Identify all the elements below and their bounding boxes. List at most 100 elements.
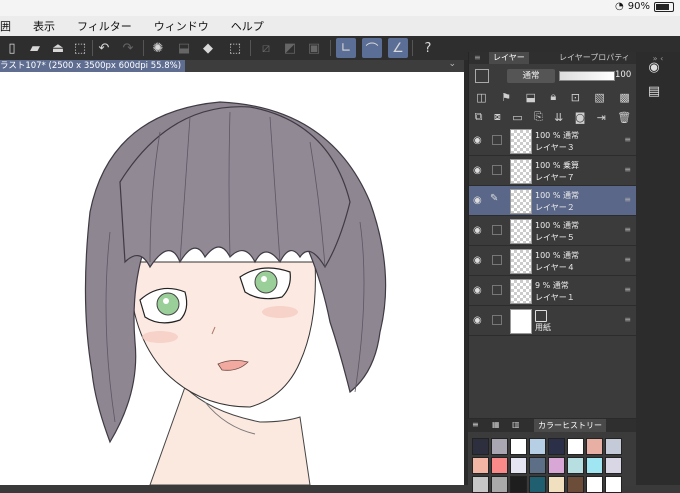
lock-icon[interactable]: 🔒︎	[550, 90, 556, 104]
color-swatch[interactable]	[472, 438, 489, 455]
opacity-slider[interactable]	[559, 71, 615, 81]
save-as-icon[interactable]: ⬚	[70, 38, 90, 58]
eye-icon[interactable]: ◉	[473, 195, 482, 206]
color-swatch[interactable]	[586, 457, 603, 474]
brush-snap-icon[interactable]: ⌒	[362, 38, 382, 58]
delete-layer-icon[interactable]: 🗑︎	[617, 111, 631, 124]
drag-handle-icon[interactable]: ≡	[624, 135, 631, 144]
new-raster-layer-icon[interactable]: ⧉	[475, 110, 483, 124]
blend-mode-select[interactable]: 通常	[507, 69, 555, 83]
color-swatch[interactable]	[529, 457, 546, 474]
tab-layer-property[interactable]: レイヤープロパティ	[555, 52, 634, 64]
drag-handle-icon[interactable]: ≡	[624, 165, 631, 174]
color-slider-icon[interactable]: ▥	[512, 420, 520, 429]
drag-handle-icon[interactable]: ≡	[624, 255, 631, 264]
navigator-icon[interactable]: ◉	[646, 60, 662, 76]
color-swatch[interactable]	[510, 457, 527, 474]
fill-icon[interactable]: ◆	[198, 38, 218, 58]
menu-item-view[interactable]: 表示	[33, 18, 55, 34]
tab-color-history[interactable]: カラーヒストリー	[534, 419, 606, 432]
redo-icon[interactable]: ↷	[118, 38, 138, 58]
copy-layer-icon[interactable]: ⎘	[534, 110, 543, 124]
layer-row[interactable]: ◉ ✎ 100 % 通常 レイヤー２ ≡	[469, 186, 637, 216]
color-swatch[interactable]	[605, 438, 622, 455]
tone-icon[interactable]: ◩	[280, 38, 300, 58]
color-swatch[interactable]	[472, 457, 489, 474]
color-history-panel: ≡ ▦ ▥ カラーヒストリー	[468, 418, 636, 493]
color-swatch[interactable]	[567, 457, 584, 474]
pen-icon: ✎	[490, 193, 499, 204]
menu-item-filter[interactable]: フィルター	[77, 18, 132, 34]
layer-blend-info: 100 % 通常	[535, 221, 579, 230]
color-swatch[interactable]	[491, 457, 508, 474]
select-checkbox[interactable]	[492, 285, 502, 295]
layer-row[interactable]: ◉ 用紙 ≡	[469, 306, 637, 336]
clear-icon[interactable]: ⧄	[256, 38, 276, 58]
drag-handle-icon[interactable]: ≡	[624, 285, 631, 294]
layer-mask-icon[interactable]: ◙	[575, 111, 586, 124]
select-checkbox[interactable]	[492, 135, 502, 145]
layer-list-icon[interactable]: ▤	[646, 84, 662, 100]
color-swatch[interactable]	[510, 438, 527, 455]
color-swatch[interactable]	[567, 438, 584, 455]
open-folder-icon[interactable]: ▰	[25, 38, 45, 58]
eye-icon[interactable]: ◉	[473, 315, 482, 326]
tab-layer[interactable]: レイヤー	[489, 52, 529, 64]
color-swatch[interactable]	[586, 438, 603, 455]
help-icon[interactable]: ?	[418, 38, 438, 58]
drag-handle-icon[interactable]: ≡	[624, 315, 631, 324]
mask-icon[interactable]: ▧	[594, 91, 604, 104]
transform-icon[interactable]: ⬓	[174, 38, 194, 58]
ruler-snap-icon[interactable]: ∟	[336, 38, 356, 58]
drag-handle-icon[interactable]: ≡	[624, 225, 631, 234]
lock-alpha-icon[interactable]: ⊡	[571, 91, 580, 104]
drag-handle-icon[interactable]: ≡	[624, 195, 631, 204]
document-tab[interactable]: ラスト107* (2500 x 3500px 600dpi 55.8%)	[0, 60, 186, 72]
select-checkbox[interactable]	[492, 225, 502, 235]
menu-item-help[interactable]: ヘルプ	[231, 18, 264, 34]
panel-menu-icon[interactable]: ≡	[472, 420, 479, 429]
color-swatch[interactable]	[605, 457, 622, 474]
layer-row[interactable]: ◉ 100 % 乗算 レイヤー７ ≡	[469, 156, 637, 186]
new-folder-icon[interactable]: ▭	[512, 111, 522, 124]
line-snap-icon[interactable]: ∠	[388, 38, 408, 58]
save-icon[interactable]: ⏏	[48, 38, 68, 58]
new-vector-layer-icon[interactable]: ⧇	[494, 110, 501, 124]
color-swatch[interactable]	[529, 438, 546, 455]
frame-icon[interactable]: ▣	[304, 38, 324, 58]
eye-icon[interactable]: ◉	[473, 255, 482, 266]
eye-icon[interactable]: ◉	[473, 165, 482, 176]
color-swatch[interactable]	[548, 438, 565, 455]
select-checkbox[interactable]	[492, 255, 502, 265]
layer-row[interactable]: ◉ 100 % 通常 レイヤー３ ≡	[469, 126, 637, 156]
eye-icon[interactable]: ◉	[473, 285, 482, 296]
layer-action-icons: ⧉ ⧇ ▭ ⎘ ⇊ ◙ ⇥ 🗑︎	[469, 108, 637, 126]
layer-color-icon[interactable]	[475, 69, 489, 83]
undo-icon[interactable]: ↶	[94, 38, 114, 58]
chevron-down-icon[interactable]: ⌄	[448, 59, 456, 69]
color-swatch[interactable]	[548, 457, 565, 474]
ruler-range-icon[interactable]: ▩	[619, 91, 629, 104]
loading-icon[interactable]: ✺	[148, 38, 168, 58]
transfer-icon[interactable]: ⇥	[597, 111, 606, 124]
layer-row[interactable]: ◉ 100 % 通常 レイヤー４ ≡	[469, 246, 637, 276]
clip-icon[interactable]: ◫	[476, 91, 486, 104]
layer-row[interactable]: ◉ 9 % 通常 レイヤー１ ≡	[469, 276, 637, 306]
menu-item-window[interactable]: ウィンドウ	[154, 18, 209, 34]
selection-icon[interactable]: ⬚	[225, 38, 245, 58]
panel-menu-icon[interactable]: ≡	[474, 53, 481, 62]
merge-down-icon[interactable]: ⇊	[554, 111, 563, 124]
eye-icon[interactable]: ◉	[473, 225, 482, 236]
new-file-icon[interactable]: ▯	[2, 38, 22, 58]
select-checkbox[interactable]	[492, 315, 502, 325]
layer-row[interactable]: ◉ 100 % 通常 レイヤー５ ≡	[469, 216, 637, 246]
layer-name: レイヤー３	[535, 143, 575, 152]
reference-icon[interactable]: ⚑	[501, 91, 511, 104]
drawing-canvas[interactable]	[0, 72, 464, 485]
eye-icon[interactable]: ◉	[473, 135, 482, 146]
color-set-icon[interactable]: ▦	[492, 420, 500, 429]
menu-item-window-partial[interactable]: 囲	[0, 18, 11, 34]
color-swatch[interactable]	[491, 438, 508, 455]
select-checkbox[interactable]	[492, 165, 502, 175]
draft-icon[interactable]: ⬓	[525, 91, 535, 104]
